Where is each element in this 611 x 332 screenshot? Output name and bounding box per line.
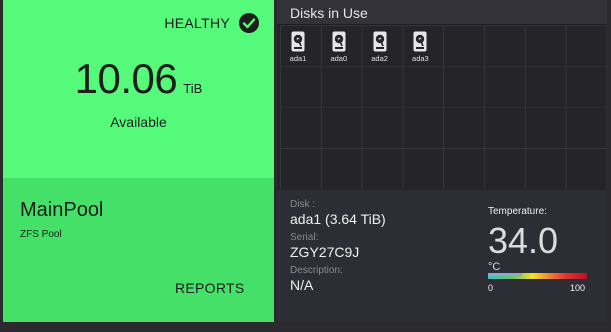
reports-button[interactable]: REPORTS [175, 280, 245, 296]
disks-title: Disks in Use [290, 5, 368, 21]
disk-value: ada1 (3.64 TiB) [290, 211, 386, 227]
serial-label: Serial: [290, 232, 319, 243]
temperature-value: 34.0 [488, 220, 559, 261]
serial-value: ZGY27C9J [290, 244, 360, 260]
health-status-label: HEALTHY [164, 15, 230, 31]
hard-drive-icon [332, 31, 346, 52]
pool-info-section: MainPool ZFS Pool REPORTS [3, 178, 274, 322]
disk-tile-ada3[interactable]: ada3 [402, 31, 438, 63]
disk-details: Disk : ada1 (3.64 TiB) Serial: ZGY27C9J … [277, 190, 607, 322]
capacity-unit: TiB [183, 81, 203, 96]
hard-drive-icon [373, 31, 387, 52]
disk-label: ada2 [371, 54, 388, 63]
disk-label-caption: Disk : [290, 199, 315, 210]
capacity-value: 10.06 [74, 55, 178, 102]
hard-drive-icon [291, 31, 305, 52]
disk-tile-ada0[interactable]: ada0 [321, 31, 357, 63]
description-label: Description: [290, 265, 343, 276]
pool-status-section: HEALTHY 10.06 TiB Available [3, 0, 274, 178]
temperature-label: Temperature: [488, 206, 547, 217]
disk-tile-ada1[interactable]: ada1 [280, 31, 316, 63]
pool-type: ZFS Pool [20, 229, 62, 240]
temperature-scale-min: 0 [488, 283, 494, 293]
disk-label: ada1 [289, 54, 307, 63]
available-label: Available [110, 114, 167, 130]
disk-label: ada0 [330, 54, 348, 63]
pool-card: HEALTHY 10.06 TiB Available MainPool ZFS … [3, 0, 274, 322]
pool-name: MainPool [20, 199, 104, 221]
hard-drive-icon [413, 31, 427, 52]
disk-tile-ada2[interactable]: ada2 [362, 31, 398, 63]
disk-label: ada3 [412, 54, 429, 63]
temperature-gauge-fill [488, 273, 522, 276]
check-circle-icon [239, 13, 259, 33]
disk-grid: ada1 ada0 ada2 ada3 [280, 25, 607, 189]
capacity-display: 10.06 TiB [3, 55, 274, 103]
description-value: N/A [290, 277, 314, 293]
health-status: HEALTHY [164, 12, 260, 34]
temperature-unit: °C [488, 261, 501, 273]
disks-panel: Disks in Use ada1 ada0 ada2 ada3 Disk: … [277, 0, 607, 322]
temperature-gauge [488, 273, 587, 279]
temperature-scale-max: 100 [570, 283, 586, 293]
disks-header: Disks in Use [277, 0, 607, 25]
